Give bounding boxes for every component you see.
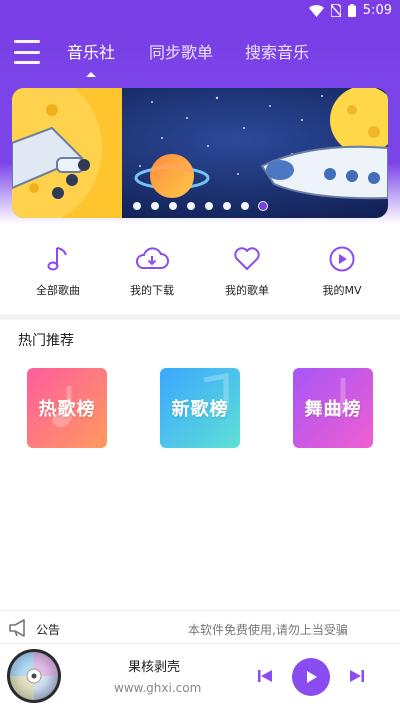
top-app-bar: 音乐社 同步歌单 搜索音乐 [0,24,400,88]
album-disc-icon[interactable] [6,648,62,704]
music-note-icon [47,247,67,271]
quick-my-playlists[interactable]: 我的歌单 [207,242,287,298]
quick-my-downloads[interactable]: 我的下载 [112,242,192,298]
dance-songs-card[interactable]: 舞曲榜 [293,368,373,448]
carousel-dot[interactable] [169,202,177,210]
no-sim-icon [330,4,341,17]
carousel-dot[interactable] [241,202,249,210]
quick-label: 我的下载 [130,284,174,297]
tab-sync-playlist[interactable]: 同步歌单 [149,39,213,63]
notice-text: 本软件免费使用,请勿上当受骗 [188,623,348,637]
notice-bar[interactable]: 公告 本软件免费使用,请勿上当受骗 [0,610,400,644]
song-artist: www.ghxi.com [114,681,202,695]
notice-label: 公告 [36,623,61,637]
active-tab-indicator [86,72,96,77]
quick-label: 我的歌单 [225,284,269,297]
play-circle-icon [329,246,355,272]
previous-button[interactable] [256,666,274,686]
banner-area [0,88,400,224]
menu-line [14,50,40,54]
tab-music-club[interactable]: 音乐社 [67,39,115,63]
menu-line [14,40,40,43]
section-divider [0,314,400,320]
card-label: 新歌榜 [171,399,229,420]
new-songs-card[interactable]: 新歌榜 [160,368,240,448]
banner-carousel[interactable] [12,88,388,218]
wifi-icon [308,4,324,17]
heart-icon [234,247,260,270]
quick-all-songs[interactable]: 全部歌曲 [18,242,98,298]
quick-label: 全部歌曲 [36,284,80,297]
next-button[interactable] [348,666,366,686]
card-label: 热歌榜 [38,399,96,420]
quick-label: 我的MV [322,284,362,297]
status-time: 5:09 [362,3,392,18]
carousel-dot[interactable] [205,202,213,210]
skip-previous-icon [258,670,272,682]
carousel-dot[interactable] [259,202,267,210]
banner-image [12,88,388,218]
battery-icon [347,4,356,17]
menu-button[interactable] [14,40,40,64]
carousel-dots [12,202,388,210]
carousel-dot[interactable] [133,202,141,210]
skip-next-icon [350,670,364,682]
menu-line [14,61,40,64]
carousel-dot[interactable] [223,202,231,210]
status-icons: 5:09 [308,3,392,18]
song-title: 果核剥壳 [128,660,181,675]
status-bar: 5:09 [0,0,400,24]
tab-search-music[interactable]: 搜索音乐 [245,39,309,63]
carousel-dot[interactable] [151,202,159,210]
play-button[interactable] [292,658,330,696]
cloud-download-icon [136,247,169,269]
section-title: 热门推荐 [18,333,74,349]
hot-songs-card[interactable]: 热歌榜 [27,368,107,448]
quick-actions: 全部歌曲 我的下载 我的歌单 我的MV [0,242,400,304]
mini-player: 果核剥壳 www.ghxi.com [0,644,400,711]
quick-my-mv[interactable]: 我的MV [302,242,382,298]
play-icon [307,671,317,683]
card-label: 舞曲榜 [304,399,362,420]
carousel-dot[interactable] [187,202,195,210]
megaphone-icon [9,619,25,637]
